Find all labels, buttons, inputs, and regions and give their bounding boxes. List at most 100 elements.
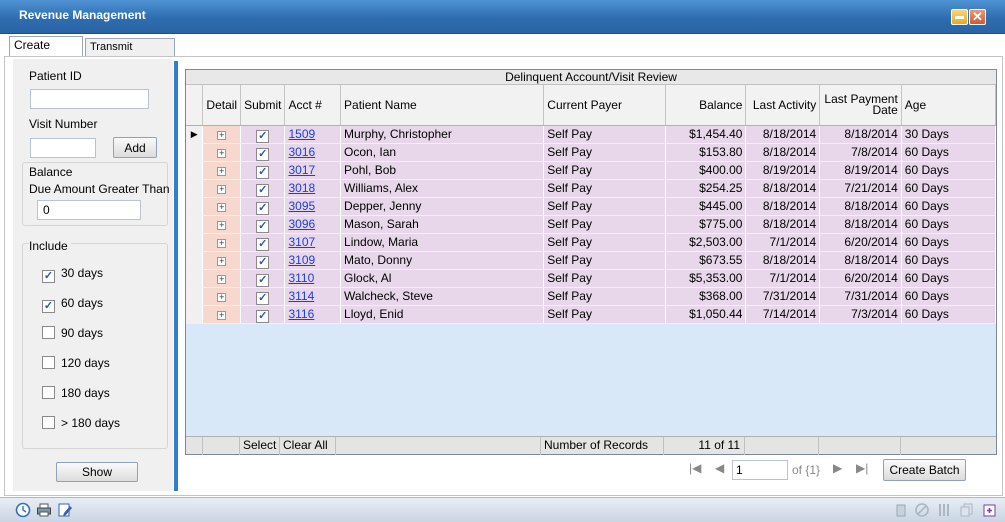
acct-link-text[interactable]: 3016	[288, 145, 315, 159]
col-submit[interactable]: Submit	[240, 85, 286, 126]
checkbox[interactable]	[42, 416, 55, 429]
acct-link-text[interactable]: 3017	[288, 163, 315, 177]
submit-checkbox[interactable]: ✓	[240, 143, 286, 162]
acct-link-text[interactable]: 3114	[288, 289, 314, 303]
tab-transmit-batches[interactable]: Transmit Batches	[85, 38, 175, 70]
expand-detail-icon[interactable]: +	[202, 161, 242, 180]
due-amount-input[interactable]	[37, 200, 141, 220]
include-120-days[interactable]: 120 days	[42, 356, 110, 370]
tab-create-batch[interactable]: Create Batch	[9, 36, 83, 69]
acct-link[interactable]: 3096	[284, 215, 342, 234]
submit-checkbox[interactable]: ✓	[240, 215, 286, 234]
expand-detail-icon[interactable]: +	[202, 125, 242, 144]
page-number-input[interactable]	[732, 460, 788, 480]
table-row[interactable]: ▶ + ✓ 1509 Murphy, Christopher Self Pay $1,454…	[186, 125, 997, 144]
table-row[interactable]: + ✓ 3110 Glock, Al Self Pay $5,353.00 7/1/2014…	[186, 269, 997, 288]
add-icon[interactable]	[982, 502, 998, 518]
acct-link-text[interactable]: 3107	[288, 235, 315, 249]
row-selector[interactable]	[186, 251, 204, 270]
acct-link[interactable]: 1509	[284, 125, 342, 144]
submit-checkbox[interactable]: ✓	[240, 197, 286, 216]
acct-link-text[interactable]: 3095	[288, 199, 315, 213]
table-row[interactable]: + ✓ 3109 Mato, Donny Self Pay $673.55 8/18/201…	[186, 251, 997, 270]
acct-link[interactable]: 3114	[284, 287, 342, 306]
show-button[interactable]: Show	[56, 462, 138, 482]
expand-detail-icon[interactable]: +	[202, 179, 242, 198]
create-batch-button[interactable]: Create Batch	[883, 459, 966, 481]
col-last-payment-date[interactable]: Last Payment Date	[819, 85, 902, 126]
acct-link[interactable]: 3016	[284, 143, 342, 162]
acct-link[interactable]: 3095	[284, 197, 342, 216]
table-row[interactable]: + ✓ 3095 Depper, Jenny Self Pay $445.00 8/18/2…	[186, 197, 997, 216]
checkbox[interactable]	[42, 326, 55, 339]
expand-detail-icon[interactable]: +	[202, 215, 242, 234]
acct-link-text[interactable]: 3018	[288, 181, 315, 195]
include-30-days[interactable]: ✓ 30 days	[42, 266, 103, 283]
row-selector[interactable]	[186, 269, 204, 288]
acct-link[interactable]: 3109	[284, 251, 342, 270]
table-row[interactable]: + ✓ 3018 Williams, Alex Self Pay $254.25 8/18/…	[186, 179, 997, 198]
delete-icon[interactable]	[893, 502, 909, 518]
row-selector[interactable]: ▶	[186, 125, 204, 144]
col-patient-name[interactable]: Patient Name	[340, 85, 545, 126]
col-balance[interactable]: Balance	[665, 85, 747, 126]
clock-icon[interactable]	[15, 502, 31, 518]
row-selector[interactable]	[186, 233, 204, 252]
acct-link[interactable]: 3018	[284, 179, 342, 198]
cancel-icon[interactable]	[914, 502, 930, 518]
clear-all-link[interactable]: Clear All	[280, 437, 336, 455]
table-row[interactable]: + ✓ 3116 Lloyd, Enid Self Pay $1,050.44 7/14/2…	[186, 305, 997, 324]
close-button[interactable]: ✕	[969, 9, 986, 25]
row-selector[interactable]	[186, 215, 204, 234]
col-detail[interactable]: Detail	[202, 85, 242, 126]
acct-link-text[interactable]: 3096	[288, 217, 315, 231]
checkbox[interactable]: ✓	[42, 270, 55, 283]
row-selector[interactable]	[186, 161, 204, 180]
table-row[interactable]: + ✓ 3016 Ocon, Ian Self Pay $153.80 8/18/2014 7…	[186, 143, 997, 162]
submit-checkbox[interactable]: ✓	[240, 305, 286, 324]
checkbox[interactable]	[42, 356, 55, 369]
select-all-link[interactable]: Select	[240, 437, 280, 455]
table-row[interactable]: + ✓ 3107 Lindow, Maria Self Pay $2,503.00 7/1/…	[186, 233, 997, 252]
expand-detail-icon[interactable]: +	[202, 233, 242, 252]
include-over-180-days[interactable]: > 180 days	[42, 416, 120, 430]
submit-checkbox[interactable]: ✓	[240, 233, 286, 252]
acct-link-text[interactable]: 3116	[288, 307, 314, 321]
expand-detail-icon[interactable]: +	[202, 143, 242, 162]
columns-icon[interactable]	[937, 502, 953, 518]
copy-icon[interactable]	[959, 502, 975, 518]
row-selector[interactable]	[186, 179, 204, 198]
checkbox[interactable]	[42, 386, 55, 399]
submit-checkbox[interactable]: ✓	[240, 269, 286, 288]
print-icon[interactable]	[36, 502, 52, 518]
col-current-payer[interactable]: Current Payer	[543, 85, 666, 126]
expand-detail-icon[interactable]: +	[202, 197, 242, 216]
table-row[interactable]: + ✓ 3017 Pohl, Bob Self Pay $400.00 8/19/2014 8…	[186, 161, 997, 180]
acct-link-text[interactable]: 3109	[288, 253, 315, 267]
include-180-days[interactable]: 180 days	[42, 386, 110, 400]
acct-link-text[interactable]: 3110	[288, 271, 314, 285]
add-button[interactable]: Add	[113, 137, 157, 158]
col-acct[interactable]: Acct #	[284, 85, 342, 126]
include-60-days[interactable]: ✓ 60 days	[42, 296, 103, 313]
submit-checkbox[interactable]: ✓	[240, 287, 286, 306]
row-selector[interactable]	[186, 143, 204, 162]
visit-number-input[interactable]	[30, 138, 96, 158]
acct-link[interactable]: 3116	[284, 305, 342, 324]
submit-checkbox[interactable]: ✓	[240, 125, 286, 144]
first-page-icon[interactable]: |◀	[689, 461, 701, 475]
include-90-days[interactable]: 90 days	[42, 326, 103, 340]
submit-checkbox[interactable]: ✓	[240, 161, 286, 180]
row-selector[interactable]	[186, 305, 204, 324]
submit-checkbox[interactable]: ✓	[240, 251, 286, 270]
acct-link[interactable]: 3017	[284, 161, 342, 180]
next-page-icon[interactable]: ▶	[833, 461, 842, 475]
row-selector[interactable]	[186, 197, 204, 216]
last-page-icon[interactable]: ▶|	[856, 461, 868, 475]
edit-icon[interactable]	[57, 502, 73, 518]
acct-link-text[interactable]: 1509	[288, 127, 315, 141]
prev-page-icon[interactable]: ◀	[715, 461, 724, 475]
expand-detail-icon[interactable]: +	[202, 251, 242, 270]
expand-detail-icon[interactable]: +	[202, 287, 242, 306]
acct-link[interactable]: 3110	[284, 269, 342, 288]
